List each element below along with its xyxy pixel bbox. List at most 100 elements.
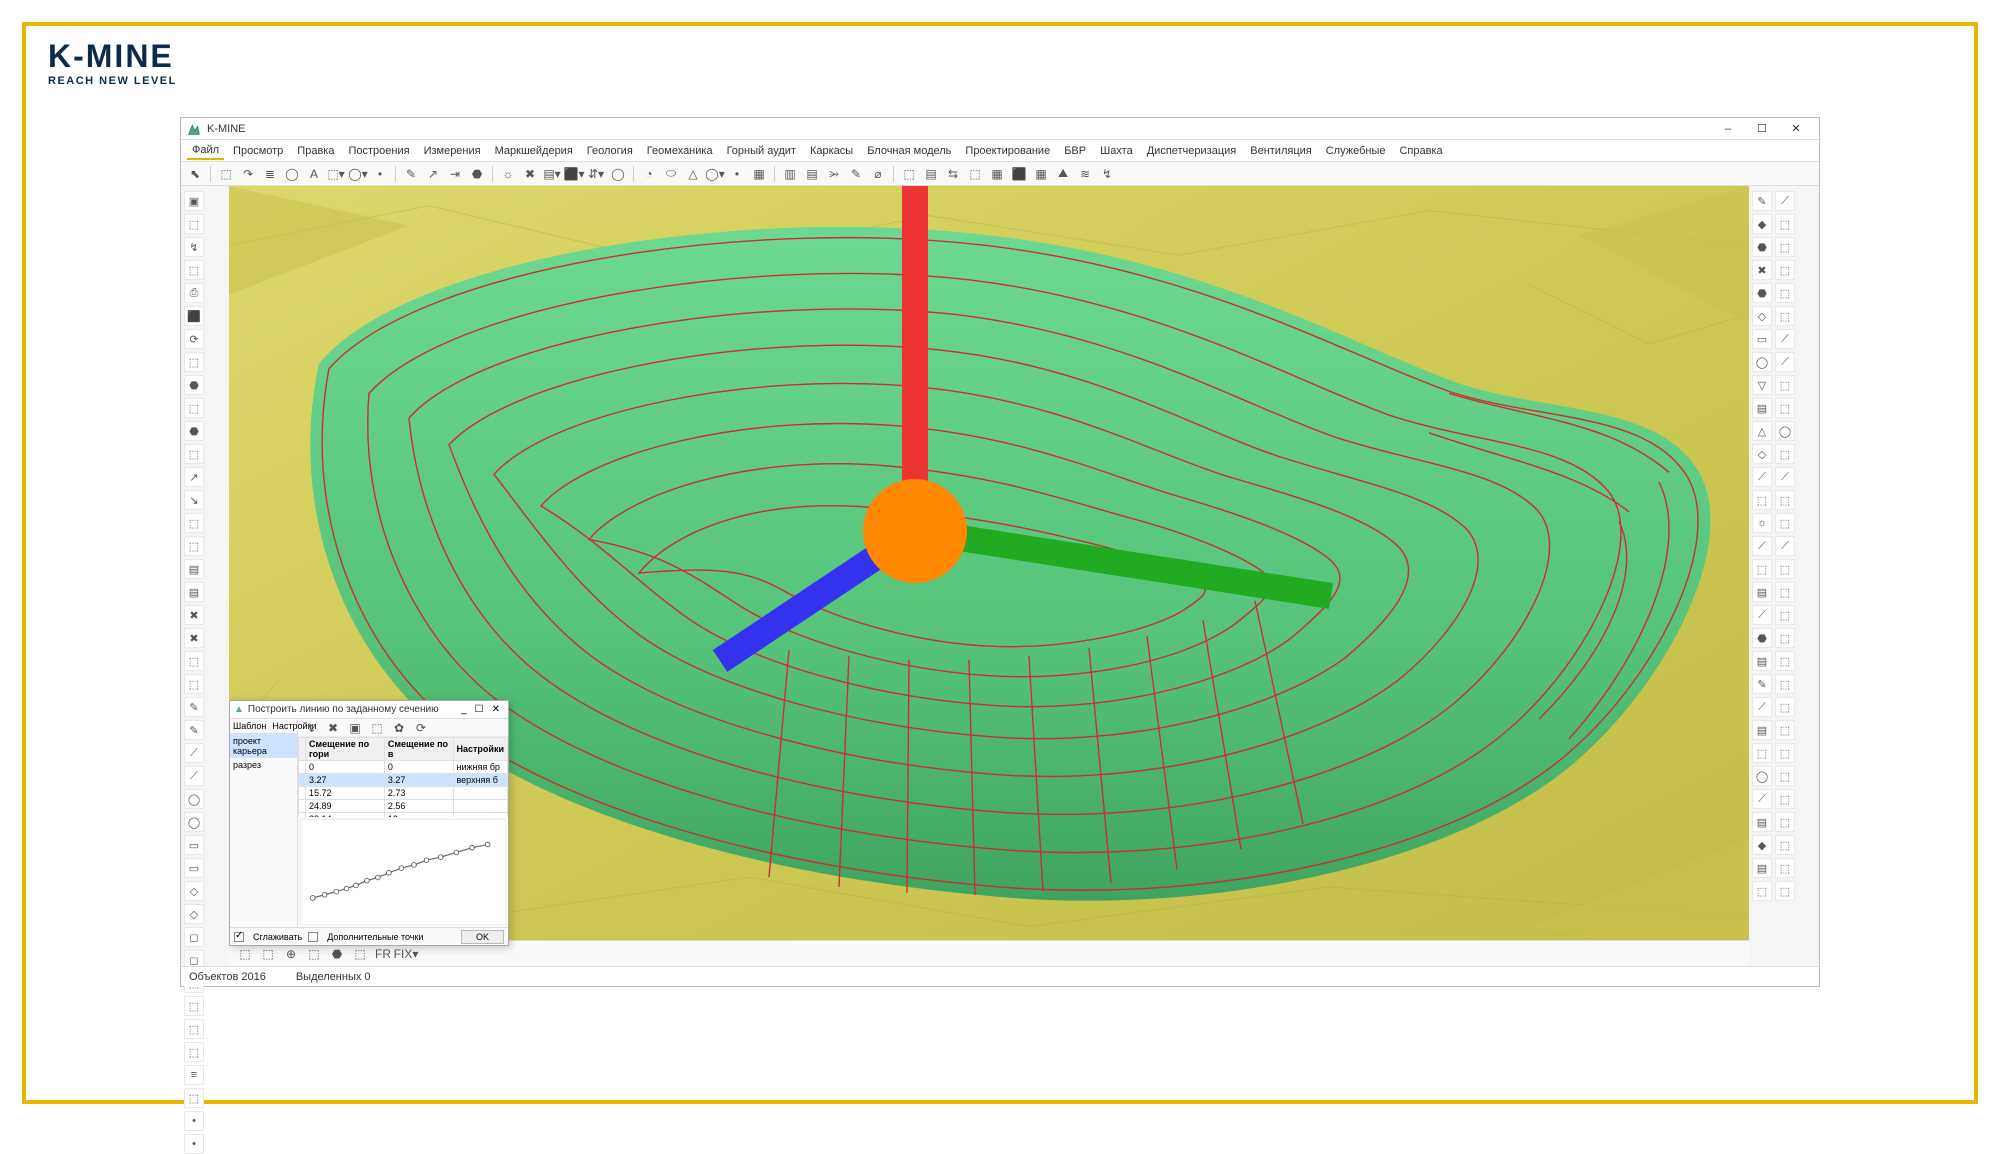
menu-измерения[interactable]: Измерения bbox=[419, 143, 486, 159]
left-tool-1[interactable]: ⬚ bbox=[184, 214, 204, 234]
left-tool-6[interactable]: ⟳ bbox=[184, 329, 204, 349]
right-tool-61[interactable]: ⬚ bbox=[1775, 881, 1795, 901]
toolbar-btn-31[interactable]: ▤ bbox=[921, 164, 941, 184]
toolbar-btn-25[interactable]: ▥ bbox=[780, 164, 800, 184]
menu-маркшейдерия[interactable]: Маркшейдерия bbox=[490, 143, 578, 159]
toolbar-btn-12[interactable]: ⬣ bbox=[467, 164, 487, 184]
right-tool-3[interactable]: ⬚ bbox=[1775, 214, 1795, 234]
toolbar-btn-23[interactable]: • bbox=[727, 164, 747, 184]
right-tool-43[interactable]: ⬚ bbox=[1775, 674, 1795, 694]
right-tool-34[interactable]: ▤ bbox=[1752, 582, 1772, 602]
menu-каркасы[interactable]: Каркасы bbox=[805, 143, 858, 159]
right-tool-0[interactable]: ✎ bbox=[1752, 191, 1772, 211]
panel-tb-1[interactable]: ✖ bbox=[323, 718, 343, 738]
toolbar-btn-11[interactable]: ⇥ bbox=[445, 164, 465, 184]
left-tool-4[interactable]: ⎙ bbox=[184, 283, 204, 303]
panel-tb-5[interactable]: ⟳ bbox=[411, 718, 431, 738]
right-tool-28[interactable]: ☼ bbox=[1752, 513, 1772, 533]
right-tool-58[interactable]: ▤ bbox=[1752, 858, 1772, 878]
toolbar-btn-3[interactable]: ≣ bbox=[260, 164, 280, 184]
section-cell[interactable]: 2.73 bbox=[384, 787, 453, 800]
menu-блочная модель[interactable]: Блочная модель bbox=[862, 143, 956, 159]
panel-maximize[interactable]: ☐ bbox=[471, 704, 488, 715]
toolbar-btn-2[interactable]: ↷ bbox=[238, 164, 258, 184]
left-tool-23[interactable]: ✎ bbox=[184, 720, 204, 740]
menu-построения[interactable]: Построения bbox=[343, 143, 414, 159]
section-row[interactable]: 28.1412 bbox=[299, 813, 508, 818]
right-tool-19[interactable]: ⬚ bbox=[1775, 398, 1795, 418]
vbottom-tool-0[interactable]: ⬚ bbox=[235, 944, 255, 964]
right-tool-42[interactable]: ✎ bbox=[1752, 674, 1772, 694]
right-tool-30[interactable]: ⟋ bbox=[1752, 536, 1772, 556]
section-cell[interactable]: 2.56 bbox=[384, 800, 453, 813]
right-tool-40[interactable]: ▤ bbox=[1752, 651, 1772, 671]
section-cell[interactable]: 3.27 bbox=[384, 774, 453, 787]
section-cell[interactable]: 24.89 bbox=[306, 800, 385, 813]
left-tool-15[interactable]: ⬚ bbox=[184, 536, 204, 556]
right-tool-22[interactable]: ◇ bbox=[1752, 444, 1772, 464]
vbottom-tool-2[interactable]: ⊕ bbox=[281, 944, 301, 964]
right-tool-52[interactable]: ⟋ bbox=[1752, 789, 1772, 809]
section-line-panel[interactable]: ▲ Построить линию по заданному сечению _… bbox=[229, 700, 509, 946]
extra-points-checkbox[interactable] bbox=[308, 932, 318, 942]
right-tool-26[interactable]: ⬚ bbox=[1752, 490, 1772, 510]
left-tool-3[interactable]: ⬚ bbox=[184, 260, 204, 280]
left-tool-9[interactable]: ⬚ bbox=[184, 398, 204, 418]
menu-вентиляция[interactable]: Вентиляция bbox=[1245, 143, 1317, 159]
right-tool-20[interactable]: △ bbox=[1752, 421, 1772, 441]
vbottom-tool-5[interactable]: ⬚ bbox=[350, 944, 370, 964]
panel-tb-3[interactable]: ⬚ bbox=[367, 718, 387, 738]
panel-close[interactable]: ✕ bbox=[488, 704, 504, 715]
maximize-button[interactable]: ☐ bbox=[1745, 119, 1779, 139]
menu-файл[interactable]: Файл bbox=[187, 142, 224, 160]
right-tool-60[interactable]: ⬚ bbox=[1752, 881, 1772, 901]
toolbar-btn-6[interactable]: ⬚▾ bbox=[326, 164, 346, 184]
minimize-button[interactable]: – bbox=[1711, 119, 1745, 139]
toolbar-btn-0[interactable]: ⬉ bbox=[185, 164, 205, 184]
section-cell[interactable]: 3.27 bbox=[306, 774, 385, 787]
toolbar-btn-29[interactable]: ⌀ bbox=[868, 164, 888, 184]
left-tool-31[interactable]: ◇ bbox=[184, 904, 204, 924]
toolbar-btn-4[interactable]: ◯ bbox=[282, 164, 302, 184]
left-tool-36[interactable]: ⬚ bbox=[184, 1019, 204, 1039]
right-tool-53[interactable]: ⬚ bbox=[1775, 789, 1795, 809]
close-button[interactable]: ✕ bbox=[1779, 119, 1813, 139]
right-tool-12[interactable]: ▭ bbox=[1752, 329, 1772, 349]
section-cell[interactable] bbox=[299, 787, 306, 800]
right-tool-23[interactable]: ⬚ bbox=[1775, 444, 1795, 464]
menu-бвр[interactable]: БВР bbox=[1059, 143, 1091, 159]
section-cell[interactable] bbox=[453, 800, 508, 813]
smooth-checkbox[interactable] bbox=[234, 932, 244, 942]
right-tool-29[interactable]: ⬚ bbox=[1775, 513, 1795, 533]
toolbar-btn-20[interactable]: ⬭ bbox=[661, 164, 681, 184]
right-tool-21[interactable]: ◯ bbox=[1775, 421, 1795, 441]
left-tool-22[interactable]: ✎ bbox=[184, 697, 204, 717]
menu-геология[interactable]: Геология bbox=[582, 143, 638, 159]
vbottom-tool-3[interactable]: ⬚ bbox=[304, 944, 324, 964]
vbottom-tool-6[interactable]: FR bbox=[373, 944, 393, 964]
section-col[interactable] bbox=[299, 738, 306, 761]
left-tool-24[interactable]: ⟋ bbox=[184, 743, 204, 763]
toolbar-btn-24[interactable]: ▦ bbox=[749, 164, 769, 184]
left-tool-30[interactable]: ◇ bbox=[184, 881, 204, 901]
left-tool-2[interactable]: ↯ bbox=[184, 237, 204, 257]
right-tool-45[interactable]: ⬚ bbox=[1775, 697, 1795, 717]
right-tool-39[interactable]: ⬚ bbox=[1775, 628, 1795, 648]
section-cell[interactable]: 0 bbox=[384, 761, 453, 774]
panel-tb-0[interactable]: ↯ bbox=[301, 718, 321, 738]
toolbar-btn-27[interactable]: ⭃ bbox=[824, 164, 844, 184]
toolbar-btn-15[interactable]: ▤▾ bbox=[542, 164, 562, 184]
right-tool-57[interactable]: ⬚ bbox=[1775, 835, 1795, 855]
section-col[interactable]: Настройки bbox=[453, 738, 508, 761]
right-tool-33[interactable]: ⬚ bbox=[1775, 559, 1795, 579]
toolbar-btn-16[interactable]: ⬛▾ bbox=[564, 164, 584, 184]
left-tool-25[interactable]: ⟋ bbox=[184, 766, 204, 786]
section-cell[interactable]: 12 bbox=[384, 813, 453, 818]
section-row[interactable]: 00нижняя бр bbox=[299, 761, 508, 774]
section-table[interactable]: Смещение по гориСмещение по вНастройки 0… bbox=[298, 737, 508, 817]
panel-minimize[interactable]: _ bbox=[457, 704, 471, 715]
toolbar-btn-9[interactable]: ✎ bbox=[401, 164, 421, 184]
right-tool-25[interactable]: ⟋ bbox=[1775, 467, 1795, 487]
right-tool-10[interactable]: ◇ bbox=[1752, 306, 1772, 326]
template-item-2[interactable]: разрез bbox=[230, 758, 297, 772]
